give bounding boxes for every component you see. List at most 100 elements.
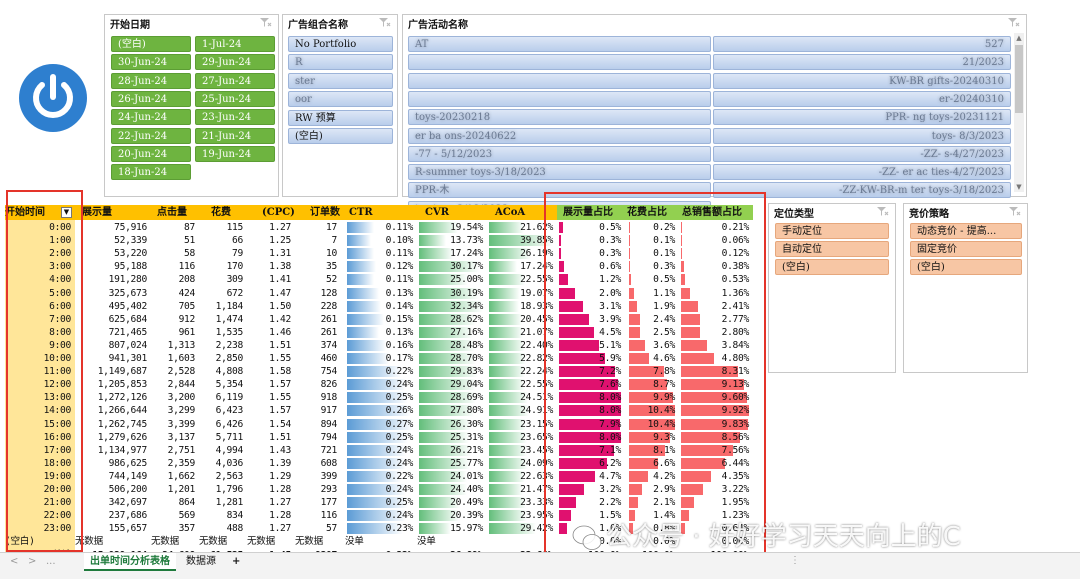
column-header[interactable]: CTR xyxy=(349,205,373,220)
column-header[interactable]: 订单数 xyxy=(310,205,340,220)
date-slicer-item[interactable]: 1-Jul-24 xyxy=(195,36,275,52)
table-cell: 1.58 xyxy=(269,366,291,378)
table-cell: 25.77% xyxy=(450,457,483,469)
table-cell: 6,426 xyxy=(215,418,244,430)
table-cell: 28.70% xyxy=(450,353,483,364)
date-slicer-item[interactable]: 21-Jun-24 xyxy=(195,127,275,144)
campaign-slicer-item[interactable] xyxy=(408,90,711,107)
column-header[interactable]: CVR xyxy=(425,205,449,220)
table-cell: 0.22% xyxy=(385,366,414,378)
date-slicer-item[interactable]: 23-Jun-24 xyxy=(195,109,275,126)
bid-strategy-slicer-item[interactable]: 固定竞价 xyxy=(910,241,1022,258)
date-slicer-item[interactable]: 20-Jun-24 xyxy=(111,145,191,162)
date-slicer-item[interactable]: 27-Jun-24 xyxy=(195,72,275,89)
bid-strategy-slicer-item[interactable]: 动态竞价 - 提高... xyxy=(910,223,1022,239)
power-icon[interactable] xyxy=(18,63,88,133)
date-slicer-item[interactable]: 25-Jun-24 xyxy=(195,90,275,107)
table-cell: 912 xyxy=(178,313,196,325)
campaign-slicer-item[interactable]: -ZZ- er ac ties-4/27/2023 xyxy=(713,164,1011,181)
campaign-slicer: 广告活动名称 AT toys-20230218 er ba ons-20240622… xyxy=(402,14,1027,217)
column-header[interactable]: 展示量 xyxy=(82,205,112,220)
table-cell: 1,184 xyxy=(215,300,244,312)
clear-filter-icon[interactable] xyxy=(259,17,272,28)
clear-filter-icon[interactable] xyxy=(876,206,889,217)
column-header[interactable]: ACoA xyxy=(495,205,525,220)
table-cell: 1,201 xyxy=(167,484,196,495)
campaign-slicer-item[interactable]: -ZZ- s-4/27/2023 xyxy=(713,145,1011,162)
campaign-slicer-item[interactable]: PPR- ng toys-20231121 xyxy=(713,109,1011,126)
campaign-slicer-item[interactable] xyxy=(408,54,711,71)
portfolio-slicer-item[interactable]: R xyxy=(288,54,393,71)
campaign-slicer-item[interactable]: 21/2023 xyxy=(713,54,1011,71)
table-cell: 0.11% xyxy=(385,222,414,233)
table-cell: 293 xyxy=(320,484,338,495)
scroll-thumb[interactable] xyxy=(1015,45,1023,113)
add-sheet-button[interactable]: + xyxy=(226,553,246,571)
table-cell: 57 xyxy=(326,523,337,535)
table-cell: 1,266,644 xyxy=(97,405,148,417)
table-cell: 894 xyxy=(320,418,338,430)
scroll-down-icon[interactable]: ▼ xyxy=(1014,182,1024,192)
date-slicer-item[interactable]: 28-Jun-24 xyxy=(111,72,191,89)
table-cell: 1.41 xyxy=(269,274,291,286)
table-cell: 1.54 xyxy=(269,418,291,430)
date-slicer-item[interactable]: 18-Jun-24 xyxy=(111,164,191,181)
table-cell: 3,399 xyxy=(167,418,196,430)
date-slicer-item[interactable]: (空白) xyxy=(111,36,191,52)
date-slicer-item[interactable]: 29-Jun-24 xyxy=(195,54,275,71)
tab-time-analysis[interactable]: 出单时间分析表格 xyxy=(84,553,176,571)
bid-strategy-slicer-item[interactable]: (空白) xyxy=(910,259,1022,276)
table-cell: 754 xyxy=(320,366,338,378)
table-cell: 1.50 xyxy=(269,300,291,312)
campaign-slicer-item[interactable]: toys-20230218 xyxy=(408,109,711,126)
portfolio-slicer-item[interactable]: RW 预算 xyxy=(288,109,393,126)
campaign-scrollbar[interactable]: ▲ ▼ xyxy=(1014,33,1024,192)
table-cell: 1.55 xyxy=(269,392,291,404)
table-cell: 0.11% xyxy=(385,274,414,286)
campaign-slicer-item[interactable] xyxy=(408,72,711,89)
date-slicer-item[interactable]: 24-Jun-24 xyxy=(111,109,191,126)
portfolio-slicer-item[interactable]: (空白) xyxy=(288,128,393,144)
table-cell: 721,465 xyxy=(108,326,148,338)
table-cell: 15.97% xyxy=(450,523,483,535)
campaign-slicer-item[interactable]: 527 xyxy=(713,36,1011,52)
clear-filter-icon[interactable] xyxy=(378,17,391,28)
targeting-slicer-item[interactable]: (空白) xyxy=(775,259,889,276)
highlight-box-shares xyxy=(544,192,766,555)
campaign-slicer-item[interactable]: R-summer toys-3/18/2023 xyxy=(408,164,711,181)
targeting-slicer-item[interactable]: 自动定位 xyxy=(775,241,889,258)
table-cell: 0.14% xyxy=(385,300,414,312)
table-cell: 1.27 xyxy=(269,497,291,509)
table-cell: 794 xyxy=(320,431,338,443)
date-slicer-item[interactable]: 22-Jun-24 xyxy=(111,127,191,144)
campaign-slicer-item[interactable]: er-20240310 xyxy=(713,90,1011,107)
portfolio-slicer-item[interactable]: No Portfolio xyxy=(288,36,393,52)
table-cell: 918 xyxy=(320,392,338,404)
tab-data-source[interactable]: 数据源 xyxy=(180,553,222,571)
portfolio-slicer-item[interactable]: ster xyxy=(288,72,393,89)
table-cell: 1,281 xyxy=(215,497,244,509)
column-header[interactable]: 花费 xyxy=(211,205,231,220)
scroll-up-icon[interactable]: ▲ xyxy=(1014,33,1024,43)
clear-filter-icon[interactable] xyxy=(1008,206,1021,217)
column-header[interactable]: (CPC) xyxy=(262,205,295,220)
date-slicer-item[interactable]: 26-Jun-24 xyxy=(111,90,191,107)
table-cell: 32.34% xyxy=(450,300,483,312)
portfolio-slicer-item[interactable]: oor xyxy=(288,91,393,108)
table-cell: 0.25% xyxy=(385,392,414,404)
tab-nav-more-icon[interactable]: ... xyxy=(46,556,56,567)
date-slicer-item[interactable]: 30-Jun-24 xyxy=(111,54,191,71)
campaign-slicer-item[interactable]: AT xyxy=(408,36,711,52)
table-cell: 26.30% xyxy=(450,418,483,430)
column-header[interactable]: 点击量 xyxy=(157,205,187,220)
date-slicer-item[interactable]: 19-Jun-24 xyxy=(195,145,275,162)
tab-nav-prev-icon[interactable]: < xyxy=(10,556,18,567)
blank-row-cell: 无数据 xyxy=(151,536,179,548)
campaign-slicer-item[interactable]: KW-BR gifts-20240310 xyxy=(713,72,1011,89)
clear-filter-icon[interactable] xyxy=(1007,17,1020,28)
targeting-slicer-item[interactable]: 手动定位 xyxy=(775,223,889,239)
campaign-slicer-item[interactable]: er ba ons-20240622 xyxy=(408,127,711,144)
campaign-slicer-item[interactable]: toys- 8/3/2023 xyxy=(713,127,1011,144)
campaign-slicer-item[interactable]: -77 - 5/12/2023 xyxy=(408,145,711,162)
tab-nav-next-icon[interactable]: > xyxy=(28,556,36,567)
